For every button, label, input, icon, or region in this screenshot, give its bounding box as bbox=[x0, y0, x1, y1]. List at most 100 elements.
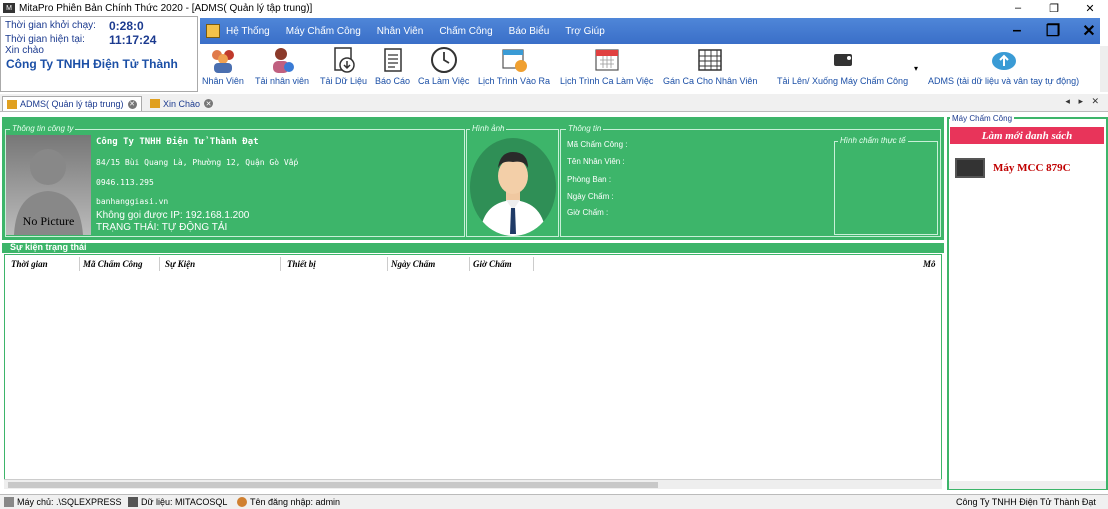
col-device[interactable]: Thiết bị bbox=[287, 259, 316, 269]
menu-attendance[interactable]: Chấm Công bbox=[439, 26, 492, 37]
menu-employees[interactable]: Nhân Viên bbox=[377, 26, 424, 37]
toolbar-download-employee-button[interactable]: Tải nhân viên bbox=[255, 46, 309, 92]
tab-window-icon bbox=[7, 99, 17, 109]
tab-close-icon[interactable]: ✕ bbox=[127, 99, 137, 109]
status-user: Tên đăng nhập: admin bbox=[237, 497, 340, 507]
status-bar: Máy chủ: .\SQLEXPRESS Dữ liệu: MITACOSQL… bbox=[0, 494, 1108, 509]
database-icon bbox=[128, 497, 138, 507]
column-divider bbox=[280, 257, 281, 271]
device-sync-icon bbox=[828, 46, 858, 74]
column-divider bbox=[387, 257, 388, 271]
scrollbar-thumb[interactable] bbox=[8, 482, 658, 488]
mdi-controls: – ❐ ✕ bbox=[1006, 18, 1100, 44]
minimize-button[interactable]: – bbox=[1000, 0, 1036, 16]
start-time-label: Thời gian khởi chạy: bbox=[5, 20, 96, 31]
close-button[interactable]: ✕ bbox=[1072, 0, 1108, 16]
app-icon: M bbox=[3, 3, 15, 13]
menu-system[interactable]: Hệ Thống bbox=[226, 26, 270, 37]
events-header-bar bbox=[2, 243, 944, 253]
company-phone: 0946.113.295 bbox=[96, 178, 154, 187]
report-icon bbox=[378, 46, 408, 74]
employees-icon bbox=[208, 46, 238, 74]
no-picture-label: No Picture bbox=[22, 214, 75, 228]
download-employee-icon bbox=[267, 46, 297, 74]
tab-window-icon bbox=[150, 99, 160, 108]
cloud-upload-icon bbox=[989, 46, 1019, 74]
download-status-text: TRẠNG THÁI: TỰ ĐỘNG TẢI bbox=[96, 222, 228, 233]
events-table[interactable]: Thời gian Mã Chấm Công Sự Kiện Thiết bị … bbox=[4, 254, 942, 489]
clock-icon bbox=[429, 46, 459, 74]
toolbar-scrollbar[interactable] bbox=[1100, 46, 1108, 92]
device-list-scrollbar[interactable] bbox=[949, 481, 1106, 489]
toolbar-shift-button[interactable]: Ca Làm Việc bbox=[418, 46, 469, 92]
col-event[interactable]: Sự Kiện bbox=[165, 259, 195, 269]
toolbar-assign-shift-button[interactable]: Gán Ca Cho Nhân Viên bbox=[663, 46, 757, 92]
col-time[interactable]: Thời gian bbox=[11, 259, 48, 269]
image-section-label: Hình ảnh bbox=[470, 124, 507, 133]
employee-avatar bbox=[470, 138, 556, 236]
tab-close-icon[interactable]: ✕ bbox=[204, 99, 214, 108]
col-punch-date[interactable]: Ngày Chấm bbox=[391, 259, 435, 269]
monitor-icon bbox=[955, 158, 985, 178]
device-dropdown-arrow-icon[interactable]: ▾ bbox=[914, 64, 918, 73]
employee-code-label: Mã Chấm Công : bbox=[567, 140, 628, 149]
status-database: Dữ liệu: MITACOSQL bbox=[128, 497, 227, 507]
events-horizontal-scrollbar[interactable] bbox=[4, 479, 942, 489]
punch-time-label: Giờ Chấm : bbox=[567, 208, 609, 217]
calendar-icon bbox=[592, 46, 622, 74]
col-description[interactable]: Mô bbox=[923, 259, 936, 269]
toolbar-device-sync-button[interactable]: Tải Lên/ Xuống Máy Chấm Công bbox=[777, 46, 908, 92]
greeting-label: Xin chào bbox=[5, 45, 44, 56]
toolbar-inout-schedule-button[interactable]: Lịch Trình Vào Ra bbox=[478, 46, 550, 92]
company-name: Công Ty TNHH Điện Tử Thành bbox=[6, 57, 178, 71]
column-divider bbox=[533, 257, 534, 271]
column-divider bbox=[469, 257, 470, 271]
menu-help[interactable]: Trợ Giúp bbox=[565, 26, 605, 37]
tab-navigation[interactable]: ◂ ▸ ✕ bbox=[1065, 96, 1102, 107]
menu-reports[interactable]: Báo Biểu bbox=[509, 26, 550, 37]
tab-adms[interactable]: ADMS( Quản lý tập trung) ✕ bbox=[2, 96, 142, 111]
schedule-icon bbox=[499, 46, 529, 74]
company-section-label: Thông tin công ty bbox=[10, 124, 76, 133]
company-address: 84/15 Bùi Quang Là, Phường 12, Quận Gò V… bbox=[96, 158, 299, 167]
device-list-item[interactable]: Máy MCC 879C bbox=[955, 158, 1071, 178]
toolbar-shift-schedule-button[interactable]: Lịch Trình Ca Làm Việc bbox=[560, 46, 653, 92]
company-website: banhanggiasi.vn bbox=[96, 197, 169, 206]
toolbar-employees-button[interactable]: Nhân Viên bbox=[202, 46, 244, 92]
status-company: Công Ty TNHH Điện Tử Thành Đạt bbox=[956, 497, 1096, 507]
device-panel-label: Máy Chấm Công bbox=[950, 114, 1015, 123]
department-label: Phòng Ban : bbox=[567, 175, 612, 184]
mdi-close-button[interactable]: ✕ bbox=[1078, 18, 1100, 44]
refresh-list-button[interactable]: Làm mới danh sách bbox=[950, 127, 1104, 144]
restore-button[interactable]: ❐ bbox=[1036, 0, 1072, 16]
session-info-panel: Thời gian khởi chạy: 0:28:0 Thời gian hi… bbox=[0, 16, 198, 92]
realtime-photo-frame bbox=[834, 141, 938, 235]
status-server: Máy chủ: .\SQLEXPRESS bbox=[4, 497, 122, 507]
detail-section-label: Thông tin bbox=[566, 124, 604, 133]
user-icon bbox=[237, 497, 247, 507]
assign-shift-icon bbox=[695, 46, 725, 74]
toolbar-adms-button[interactable]: ADMS (tải dữ liệu và vân tay tự động) bbox=[928, 46, 1079, 92]
realtime-photo-label: Hình chấm thực tế bbox=[838, 136, 908, 145]
column-divider bbox=[79, 257, 80, 271]
col-punch-time[interactable]: Giờ Chấm bbox=[473, 259, 512, 269]
punch-date-label: Ngày Chấm : bbox=[567, 192, 614, 201]
column-divider bbox=[159, 257, 160, 271]
mdi-minimize-button[interactable]: – bbox=[1006, 18, 1028, 44]
toolbar-report-button[interactable]: Báo Cáo bbox=[375, 46, 410, 92]
mdi-window-icon bbox=[206, 24, 220, 38]
window-titlebar: M MitaPro Phiên Bản Chính Thức 2020 - [A… bbox=[0, 0, 1108, 16]
window-title: MitaPro Phiên Bản Chính Thức 2020 - [ADM… bbox=[19, 2, 313, 14]
tab-welcome[interactable]: Xin Chào ✕ bbox=[146, 96, 217, 111]
menu-devices[interactable]: Máy Chấm Công bbox=[286, 26, 361, 37]
employee-name-label: Tên Nhân Viên : bbox=[567, 157, 625, 166]
current-time-label: Thời gian hiện tại: bbox=[5, 34, 85, 45]
toolbar-download-data-button[interactable]: Tải Dữ Liệu bbox=[320, 46, 367, 92]
window-controls: – ❐ ✕ bbox=[1000, 0, 1108, 16]
events-title: Sự kiện trạng thái bbox=[10, 242, 87, 252]
col-employee-code[interactable]: Mã Chấm Công bbox=[83, 259, 143, 269]
device-name: Máy MCC 879C bbox=[993, 162, 1071, 174]
ribbon-toolbar: Nhân Viên Tải nhân viên Tải Dữ Liệu Báo … bbox=[200, 46, 1100, 92]
mdi-restore-button[interactable]: ❐ bbox=[1042, 18, 1064, 44]
ip-status-text: Không gọi được IP: 192.168.1.200 bbox=[96, 210, 250, 221]
